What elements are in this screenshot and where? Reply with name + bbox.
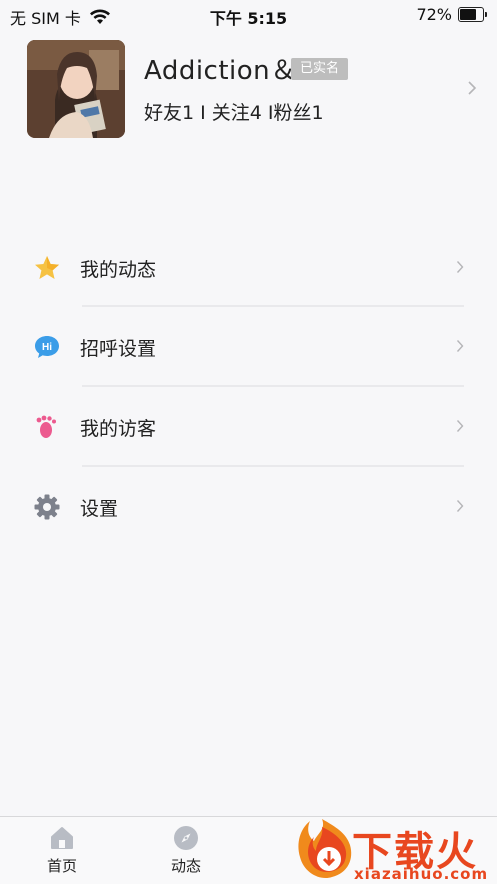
profile-header[interactable]: Addiction＆ 已实名 好友1 I 关注4 I粉丝1 [0, 32, 497, 152]
battery-icon [458, 7, 484, 22]
verified-badge: 已实名 [291, 58, 349, 80]
chevron-right-icon [456, 340, 464, 352]
home-icon [51, 827, 73, 849]
tab-feed[interactable]: 动态 [146, 825, 226, 876]
chevron-right-icon [456, 420, 464, 432]
avatar[interactable] [27, 40, 125, 138]
star-icon [35, 256, 59, 279]
svg-text:Hi: Hi [42, 342, 52, 353]
status-bar: 无 SIM 卡 下午 5:15 72% [0, 0, 497, 30]
menu-item-my-visitors[interactable]: 我的访客 [0, 387, 497, 465]
avatar-image [27, 40, 125, 138]
watermark-domain: xiazaihuo.com [354, 865, 489, 883]
chevron-right-icon [468, 81, 477, 95]
menu-item-label: 招呼设置 [80, 338, 157, 360]
gear-icon [34, 494, 60, 520]
menu-item-my-posts[interactable]: 我的动态 [0, 228, 497, 306]
compass-icon [174, 826, 198, 850]
battery-cap [485, 12, 487, 17]
tab-label: 首页 [46, 857, 77, 875]
menu-item-label: 我的访客 [80, 418, 157, 440]
battery-status: 72% [416, 5, 487, 24]
footprint-icon [36, 415, 56, 438]
flame-icon [298, 819, 352, 879]
watermark-logo: 下载火 xiazaihuo.com [290, 815, 497, 883]
battery-fill [460, 9, 476, 20]
menu-item-greeting-settings[interactable]: Hi 招呼设置 [0, 307, 497, 385]
hi-chat-icon: Hi [35, 336, 59, 358]
tab-label: 动态 [170, 857, 201, 875]
follow-stats[interactable]: 好友1 I 关注4 I粉丝1 [144, 98, 324, 125]
battery-percent: 72% [416, 5, 452, 24]
menu-item-label: 我的动态 [80, 259, 157, 281]
username: Addiction＆ [144, 56, 297, 86]
chevron-right-icon [456, 261, 464, 273]
chevron-right-icon [456, 500, 464, 512]
tab-home[interactable]: 首页 [22, 825, 102, 876]
menu-item-label: 设置 [80, 498, 119, 520]
menu-item-settings[interactable]: 设置 [0, 467, 497, 545]
